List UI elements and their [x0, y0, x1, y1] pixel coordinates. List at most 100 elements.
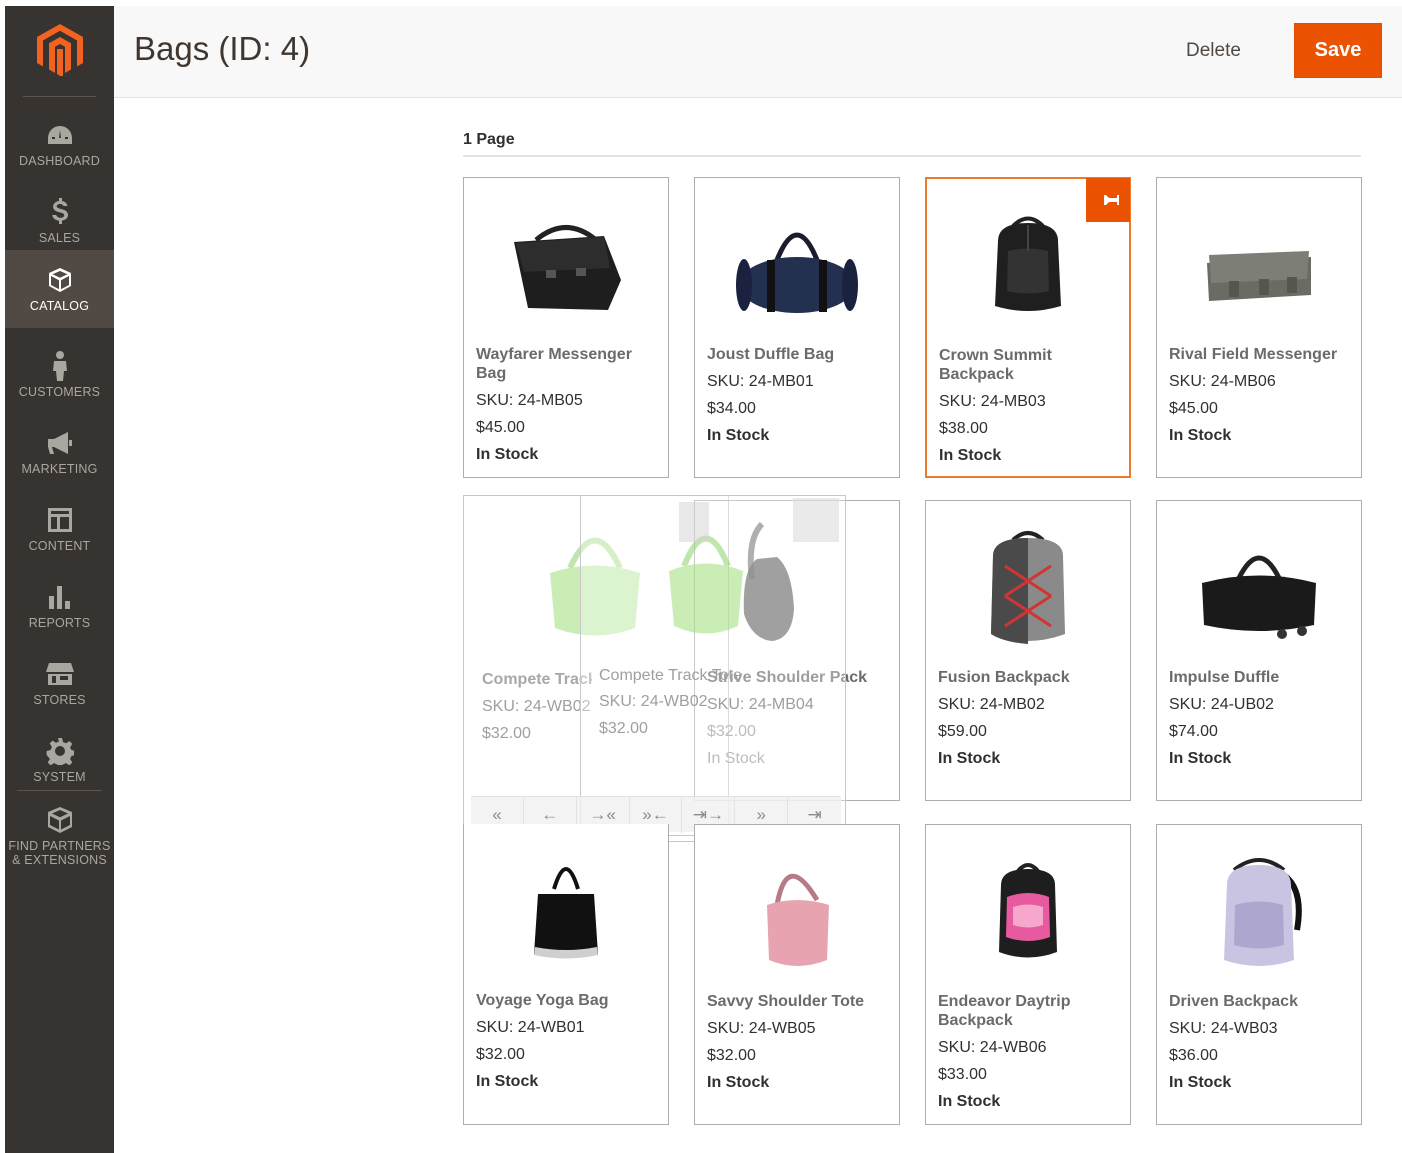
- product-stock: In Stock: [476, 1073, 539, 1090]
- product-stock: In Stock: [938, 1093, 1001, 1110]
- delete-button[interactable]: Delete: [1174, 33, 1253, 69]
- dashboard-icon: [45, 120, 75, 150]
- product-price: $38.00: [939, 420, 988, 437]
- nav-customers[interactable]: CUSTOMERS: [5, 337, 114, 413]
- product-image: [1157, 513, 1361, 663]
- product-stock: In Stock: [938, 750, 1001, 767]
- product-info: Joust Duffle Bag SKU: 24-MB01 $34.00 In …: [707, 345, 889, 445]
- product-card[interactable]: Driven Backpack SKU: 24-WB03 $36.00 In S…: [1156, 824, 1362, 1125]
- product-name[interactable]: Impulse Duffle: [1169, 668, 1351, 687]
- product-price: $74.00: [1169, 723, 1218, 740]
- nav-find-partners-line1: FIND PARTNERS: [8, 839, 111, 853]
- admin-frame: DASHBOARD SALES CATALOG CUSTOMERS MARKET: [5, 6, 1402, 1153]
- product-price: $32.00: [707, 1047, 756, 1064]
- product-name[interactable]: Wayfarer Messenger Bag: [476, 345, 658, 383]
- product-price: $32.00: [476, 1046, 525, 1063]
- product-name[interactable]: Fusion Backpack: [938, 668, 1120, 687]
- drag-source-sku: SKU: 24-WB02: [482, 698, 591, 715]
- product-card[interactable]: Impulse Duffle SKU: 24-UB02 $74.00 In St…: [1156, 500, 1362, 801]
- nav-sales-label: SALES: [38, 231, 81, 245]
- product-sku: SKU: 24-MB01: [707, 373, 814, 390]
- admin-sidebar: DASHBOARD SALES CATALOG CUSTOMERS MARKET: [5, 6, 114, 1153]
- section-divider: [463, 155, 1361, 157]
- product-image: [1157, 190, 1361, 340]
- product-price: $36.00: [1169, 1047, 1218, 1064]
- product-image: [1157, 837, 1361, 987]
- page-count-title: 1 Page: [463, 131, 515, 148]
- product-stock: In Stock: [707, 1074, 770, 1091]
- save-button[interactable]: Save: [1294, 23, 1382, 78]
- nav-reports-label: REPORTS: [28, 616, 91, 630]
- nav-sales[interactable]: SALES: [5, 183, 114, 259]
- page-title: Bags (ID: 4): [134, 30, 311, 67]
- nav-content[interactable]: CONTENT: [5, 491, 114, 567]
- product-info: Impulse Duffle SKU: 24-UB02 $74.00 In St…: [1169, 668, 1351, 768]
- store-icon: [45, 659, 75, 689]
- product-sku: SKU: 24-MB05: [476, 392, 583, 409]
- partners-box-icon: [45, 805, 75, 835]
- drag-source-price: $32.00: [482, 725, 531, 742]
- product-card[interactable]: Savvy Shoulder Tote SKU: 24-WB05 $32.00 …: [694, 824, 900, 1125]
- product-image: [926, 837, 1130, 987]
- nav-content-label: CONTENT: [28, 539, 91, 553]
- nav-catalog[interactable]: CATALOG: [5, 250, 114, 328]
- product-sku: SKU: 24-WB05: [707, 1020, 816, 1037]
- layout-icon: [45, 505, 75, 535]
- product-stock: In Stock: [476, 446, 539, 463]
- product-info: Endeavor Daytrip Backpack SKU: 24-WB06 $…: [938, 992, 1120, 1111]
- product-card-pinned[interactable]: Crown Summit Backpack SKU: 24-MB03 $38.0…: [925, 177, 1131, 478]
- drag-ghost-card[interactable]: Compete Track Tote SKU: 24-WB02 $32.00: [580, 495, 846, 836]
- person-icon: [45, 351, 75, 381]
- nav-system[interactable]: SYSTEM: [5, 722, 114, 798]
- drag-ghost-name: Compete Track Tote: [599, 667, 742, 684]
- nav-find-partners-line2: & EXTENSIONS: [12, 853, 107, 867]
- magento-logo-icon: [36, 24, 83, 76]
- product-card[interactable]: Endeavor Daytrip Backpack SKU: 24-WB06 $…: [925, 824, 1131, 1125]
- product-card[interactable]: Joust Duffle Bag SKU: 24-MB01 $34.00 In …: [694, 177, 900, 478]
- product-name[interactable]: Crown Summit Backpack: [939, 346, 1119, 384]
- product-sku: SKU: 24-MB03: [939, 393, 1046, 410]
- product-card[interactable]: Wayfarer Messenger Bag SKU: 24-MB05 $45.…: [463, 177, 669, 478]
- drag-ghost-handle: [679, 502, 709, 542]
- product-sku: SKU: 24-MB06: [1169, 373, 1276, 390]
- product-stock: In Stock: [1169, 1074, 1232, 1091]
- product-image: [464, 190, 668, 340]
- product-card[interactable]: Rival Field Messenger SKU: 24-MB06 $45.0…: [1156, 177, 1362, 478]
- product-name[interactable]: Rival Field Messenger: [1169, 345, 1351, 364]
- product-name[interactable]: Driven Backpack: [1169, 992, 1351, 1011]
- product-info: Fusion Backpack SKU: 24-MB02 $59.00 In S…: [938, 668, 1120, 768]
- product-image: [695, 190, 899, 340]
- logo-divider: [23, 96, 96, 97]
- product-stock: In Stock: [707, 427, 770, 444]
- product-sku: SKU: 24-WB06: [938, 1039, 1047, 1056]
- product-info: Crown Summit Backpack SKU: 24-MB03 $38.0…: [939, 346, 1119, 465]
- product-info: Voyage Yoga Bag SKU: 24-WB01 $32.00 In S…: [476, 991, 658, 1091]
- nav-dashboard[interactable]: DASHBOARD: [5, 106, 114, 182]
- drag-ghost-price: $32.00: [599, 720, 648, 737]
- nav-system-label: SYSTEM: [33, 770, 86, 784]
- nav-stores-label: STORES: [33, 693, 86, 707]
- drag-source-name: Compete Track Tote: [482, 671, 592, 688]
- product-card[interactable]: Voyage Yoga Bag SKU: 24-WB01 $32.00 In S…: [463, 824, 669, 1125]
- product-sku: SKU: 24-UB02: [1169, 696, 1274, 713]
- bar-chart-icon: [45, 582, 75, 612]
- magento-logo[interactable]: [5, 6, 114, 94]
- product-stock: In Stock: [1169, 427, 1232, 444]
- product-name[interactable]: Voyage Yoga Bag: [476, 991, 658, 1010]
- product-name[interactable]: Savvy Shoulder Tote: [707, 992, 889, 1011]
- product-sku: SKU: 24-WB01: [476, 1019, 585, 1036]
- product-card[interactable]: Fusion Backpack SKU: 24-MB02 $59.00 In S…: [925, 500, 1131, 801]
- product-stock: In Stock: [939, 447, 1002, 464]
- product-price: $59.00: [938, 723, 987, 740]
- product-price: $34.00: [707, 400, 756, 417]
- product-name[interactable]: Joust Duffle Bag: [707, 345, 889, 364]
- nav-find-partners[interactable]: FIND PARTNERS & EXTENSIONS: [5, 796, 114, 876]
- nav-stores[interactable]: STORES: [5, 645, 114, 721]
- product-image: [695, 837, 899, 987]
- product-name[interactable]: Endeavor Daytrip Backpack: [938, 992, 1120, 1030]
- nav-reports[interactable]: REPORTS: [5, 568, 114, 644]
- product-sku: SKU: 24-MB02: [938, 696, 1045, 713]
- product-price: $33.00: [938, 1066, 987, 1083]
- drag-ghost-pin[interactable]: [793, 498, 839, 542]
- nav-marketing[interactable]: MARKETING: [5, 414, 114, 490]
